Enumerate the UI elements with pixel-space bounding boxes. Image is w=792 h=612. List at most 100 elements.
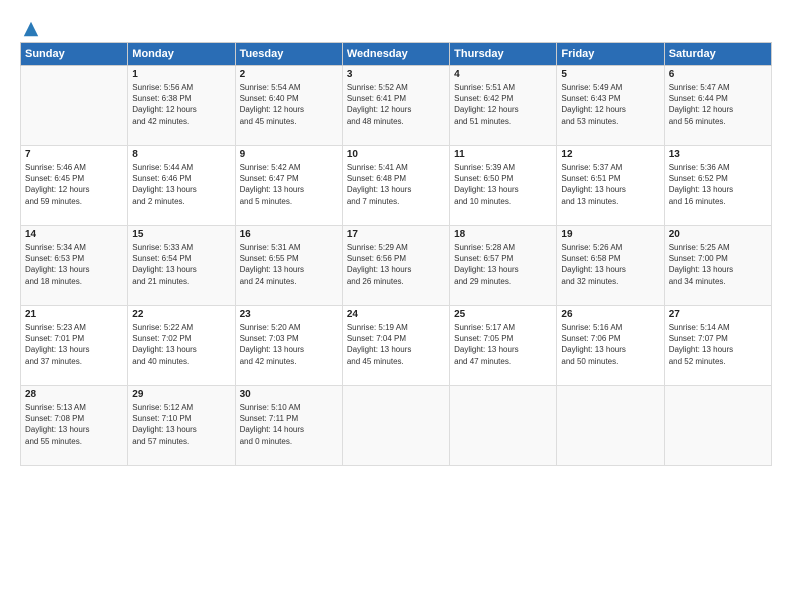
day-info: Sunrise: 5:22 AM Sunset: 7:02 PM Dayligh… (132, 322, 230, 367)
day-info: Sunrise: 5:31 AM Sunset: 6:55 PM Dayligh… (240, 242, 338, 287)
calendar-cell: 6 Sunrise: 5:47 AM Sunset: 6:44 PM Daylig… (664, 66, 771, 146)
day-info: Sunrise: 5:12 AM Sunset: 7:10 PM Dayligh… (132, 402, 230, 447)
day-number: 3 (347, 69, 445, 80)
day-number: 7 (25, 149, 123, 160)
day-info: Sunrise: 5:26 AM Sunset: 6:58 PM Dayligh… (561, 242, 659, 287)
day-info: Sunrise: 5:29 AM Sunset: 6:56 PM Dayligh… (347, 242, 445, 287)
weekday-header: Thursday (450, 43, 557, 66)
calendar-cell: 13 Sunrise: 5:36 AM Sunset: 6:52 PM Dayli… (664, 146, 771, 226)
calendar-cell: 25 Sunrise: 5:17 AM Sunset: 7:05 PM Dayli… (450, 306, 557, 386)
day-info: Sunrise: 5:39 AM Sunset: 6:50 PM Dayligh… (454, 162, 552, 207)
calendar-cell: 16 Sunrise: 5:31 AM Sunset: 6:55 PM Dayli… (235, 226, 342, 306)
page-header (20, 20, 772, 32)
day-info: Sunrise: 5:56 AM Sunset: 6:38 PM Dayligh… (132, 82, 230, 127)
day-number: 6 (669, 69, 767, 80)
day-info: Sunrise: 5:20 AM Sunset: 7:03 PM Dayligh… (240, 322, 338, 367)
weekday-header: Friday (557, 43, 664, 66)
day-info: Sunrise: 5:42 AM Sunset: 6:47 PM Dayligh… (240, 162, 338, 207)
day-number: 17 (347, 229, 445, 240)
day-info: Sunrise: 5:28 AM Sunset: 6:57 PM Dayligh… (454, 242, 552, 287)
day-number: 18 (454, 229, 552, 240)
day-info: Sunrise: 5:13 AM Sunset: 7:08 PM Dayligh… (25, 402, 123, 447)
calendar-cell: 11 Sunrise: 5:39 AM Sunset: 6:50 PM Dayli… (450, 146, 557, 226)
day-number: 8 (132, 149, 230, 160)
calendar-cell: 1Sunrise: 5:56 AM Sunset: 6:38 PM Daylig… (128, 66, 235, 146)
calendar-cell: 15 Sunrise: 5:33 AM Sunset: 6:54 PM Dayli… (128, 226, 235, 306)
calendar-cell: 24 Sunrise: 5:19 AM Sunset: 7:04 PM Dayli… (342, 306, 449, 386)
day-info: Sunrise: 5:23 AM Sunset: 7:01 PM Dayligh… (25, 322, 123, 367)
calendar-week-row: 7Sunrise: 5:46 AM Sunset: 6:45 PM Daylig… (21, 146, 772, 226)
calendar-cell (21, 66, 128, 146)
calendar-cell: 20 Sunrise: 5:25 AM Sunset: 7:00 PM Dayli… (664, 226, 771, 306)
weekday-header: Saturday (664, 43, 771, 66)
calendar-cell: 22 Sunrise: 5:22 AM Sunset: 7:02 PM Dayli… (128, 306, 235, 386)
calendar-cell: 28 Sunrise: 5:13 AM Sunset: 7:08 PM Dayli… (21, 386, 128, 466)
day-number: 29 (132, 389, 230, 400)
calendar-cell: 12 Sunrise: 5:37 AM Sunset: 6:51 PM Dayli… (557, 146, 664, 226)
day-info: Sunrise: 5:17 AM Sunset: 7:05 PM Dayligh… (454, 322, 552, 367)
calendar-cell: 23 Sunrise: 5:20 AM Sunset: 7:03 PM Dayli… (235, 306, 342, 386)
calendar-cell: 27 Sunrise: 5:14 AM Sunset: 7:07 PM Dayli… (664, 306, 771, 386)
day-number: 15 (132, 229, 230, 240)
weekday-header: Monday (128, 43, 235, 66)
calendar-cell: 8Sunrise: 5:44 AM Sunset: 6:46 PM Daylig… (128, 146, 235, 226)
day-number: 2 (240, 69, 338, 80)
day-number: 30 (240, 389, 338, 400)
day-number: 23 (240, 309, 338, 320)
logo (20, 20, 40, 32)
day-number: 13 (669, 149, 767, 160)
logo-icon (22, 20, 40, 38)
calendar-cell: 30 Sunrise: 5:10 AM Sunset: 7:11 PM Dayli… (235, 386, 342, 466)
calendar-body: 1Sunrise: 5:56 AM Sunset: 6:38 PM Daylig… (21, 66, 772, 466)
day-number: 20 (669, 229, 767, 240)
day-info: Sunrise: 5:34 AM Sunset: 6:53 PM Dayligh… (25, 242, 123, 287)
day-number: 28 (25, 389, 123, 400)
calendar-cell: 29 Sunrise: 5:12 AM Sunset: 7:10 PM Dayli… (128, 386, 235, 466)
day-number: 27 (669, 309, 767, 320)
day-info: Sunrise: 5:37 AM Sunset: 6:51 PM Dayligh… (561, 162, 659, 207)
day-info: Sunrise: 5:10 AM Sunset: 7:11 PM Dayligh… (240, 402, 338, 447)
calendar-cell (664, 386, 771, 466)
calendar-cell: 26Sunrise: 5:16 AM Sunset: 7:06 PM Dayli… (557, 306, 664, 386)
day-number: 19 (561, 229, 659, 240)
day-number: 14 (25, 229, 123, 240)
calendar-cell: 21 Sunrise: 5:23 AM Sunset: 7:01 PM Dayli… (21, 306, 128, 386)
day-number: 11 (454, 149, 552, 160)
calendar-header-row: SundayMondayTuesdayWednesdayThursdayFrid… (21, 43, 772, 66)
calendar-cell: 10 Sunrise: 5:41 AM Sunset: 6:48 PM Dayli… (342, 146, 449, 226)
day-info: Sunrise: 5:19 AM Sunset: 7:04 PM Dayligh… (347, 322, 445, 367)
day-number: 16 (240, 229, 338, 240)
day-number: 24 (347, 309, 445, 320)
calendar-cell: 17 Sunrise: 5:29 AM Sunset: 6:56 PM Dayli… (342, 226, 449, 306)
day-info: Sunrise: 5:54 AM Sunset: 6:40 PM Dayligh… (240, 82, 338, 127)
day-number: 5 (561, 69, 659, 80)
day-info: Sunrise: 5:36 AM Sunset: 6:52 PM Dayligh… (669, 162, 767, 207)
calendar-cell: 2 Sunrise: 5:54 AM Sunset: 6:40 PM Daylig… (235, 66, 342, 146)
calendar-cell: 19 Sunrise: 5:26 AM Sunset: 6:58 PM Dayli… (557, 226, 664, 306)
calendar-cell: 7Sunrise: 5:46 AM Sunset: 6:45 PM Daylig… (21, 146, 128, 226)
weekday-header: Sunday (21, 43, 128, 66)
day-info: Sunrise: 5:25 AM Sunset: 7:00 PM Dayligh… (669, 242, 767, 287)
day-info: Sunrise: 5:14 AM Sunset: 7:07 PM Dayligh… (669, 322, 767, 367)
day-info: Sunrise: 5:47 AM Sunset: 6:44 PM Dayligh… (669, 82, 767, 127)
calendar-cell: 3 Sunrise: 5:52 AM Sunset: 6:41 PM Daylig… (342, 66, 449, 146)
calendar-cell: 14 Sunrise: 5:34 AM Sunset: 6:53 PM Dayli… (21, 226, 128, 306)
day-info: Sunrise: 5:33 AM Sunset: 6:54 PM Dayligh… (132, 242, 230, 287)
day-number: 10 (347, 149, 445, 160)
day-info: Sunrise: 5:41 AM Sunset: 6:48 PM Dayligh… (347, 162, 445, 207)
day-info: Sunrise: 5:49 AM Sunset: 6:43 PM Dayligh… (561, 82, 659, 127)
day-number: 12 (561, 149, 659, 160)
calendar-cell: 9 Sunrise: 5:42 AM Sunset: 6:47 PM Daylig… (235, 146, 342, 226)
day-info: Sunrise: 5:51 AM Sunset: 6:42 PM Dayligh… (454, 82, 552, 127)
weekday-header: Wednesday (342, 43, 449, 66)
calendar-week-row: 21 Sunrise: 5:23 AM Sunset: 7:01 PM Dayli… (21, 306, 772, 386)
calendar-cell (342, 386, 449, 466)
day-number: 25 (454, 309, 552, 320)
day-info: Sunrise: 5:52 AM Sunset: 6:41 PM Dayligh… (347, 82, 445, 127)
day-number: 21 (25, 309, 123, 320)
day-number: 9 (240, 149, 338, 160)
day-number: 22 (132, 309, 230, 320)
calendar-week-row: 28 Sunrise: 5:13 AM Sunset: 7:08 PM Dayli… (21, 386, 772, 466)
calendar-cell: 5 Sunrise: 5:49 AM Sunset: 6:43 PM Daylig… (557, 66, 664, 146)
calendar-week-row: 14 Sunrise: 5:34 AM Sunset: 6:53 PM Dayli… (21, 226, 772, 306)
